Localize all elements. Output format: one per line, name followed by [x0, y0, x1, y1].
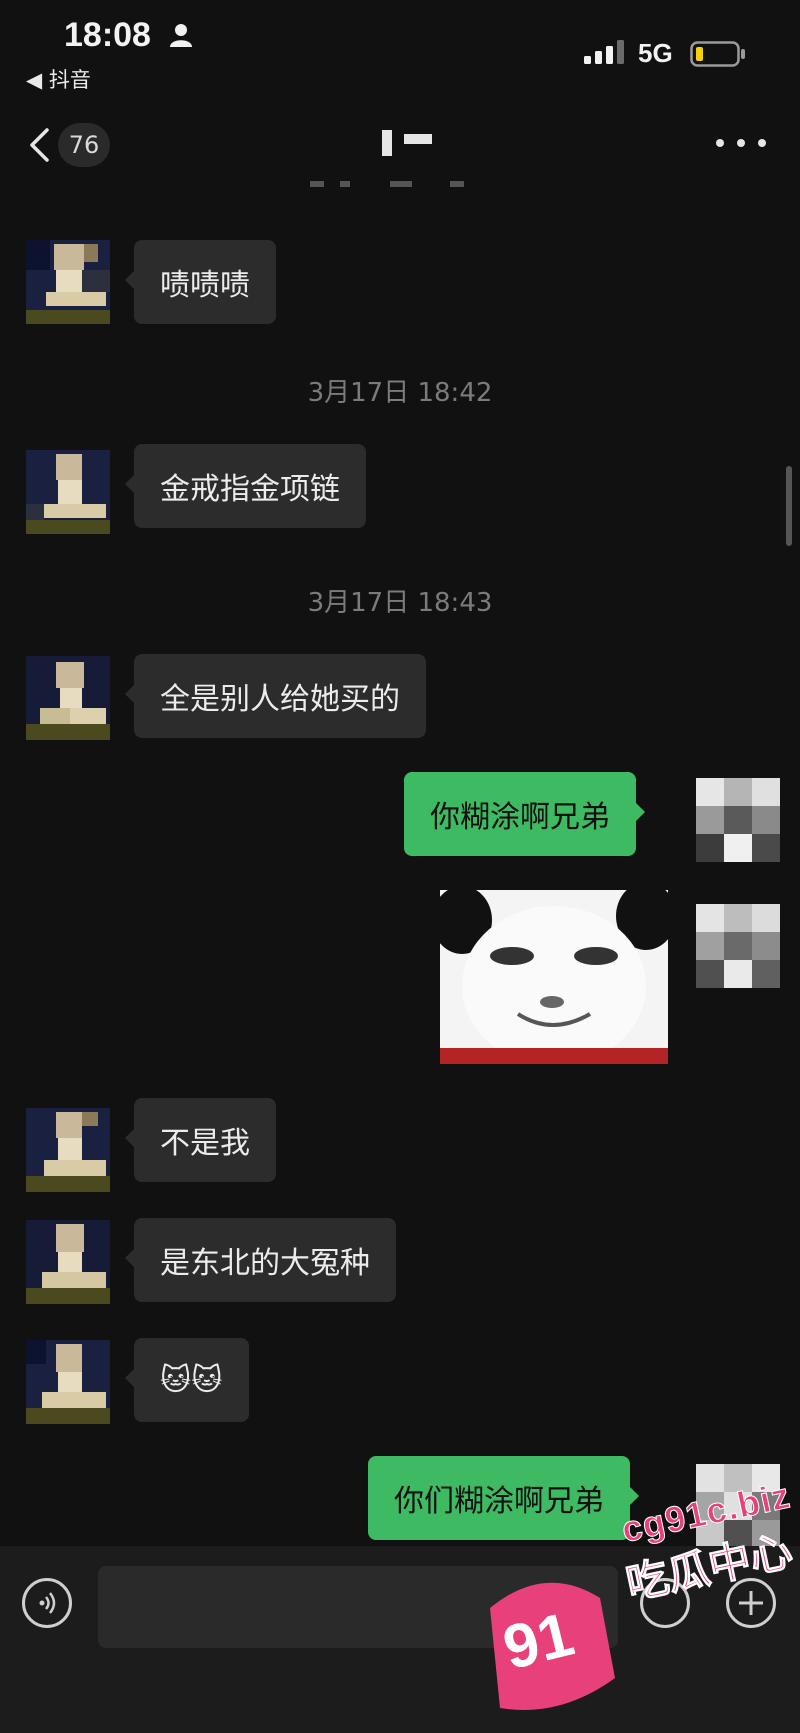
unread-count-badge: 76 — [58, 123, 110, 167]
chat-title-redacted — [376, 128, 440, 158]
avatar-self[interactable] — [696, 904, 780, 988]
avatar-contact[interactable] — [26, 1340, 110, 1424]
clipped-timestamp — [300, 178, 500, 190]
network-type: 5G — [638, 38, 673, 68]
avatar-contact[interactable] — [26, 1220, 110, 1304]
message-bubble-incoming[interactable]: 啧啧啧 — [125, 240, 276, 324]
ellipsis-icon — [716, 139, 724, 147]
message-bubble-outgoing[interactable]: 你糊涂啊兄弟 — [404, 772, 645, 856]
chevron-left-icon — [30, 128, 49, 162]
voice-icon — [39, 1592, 56, 1614]
more-options-button[interactable] — [716, 128, 766, 158]
message-bubble-incoming[interactable]: 是东北的大冤种 — [125, 1218, 396, 1302]
doge-emoji: 🐱🐱 — [160, 1362, 223, 1398]
back-button[interactable]: 76 — [28, 120, 128, 170]
message-timestamp: 3月17日 18:42 — [307, 378, 493, 408]
avatar-contact[interactable] — [26, 656, 110, 740]
battery-icon — [690, 41, 746, 71]
avatar-contact[interactable] — [26, 450, 110, 534]
message-bubble-incoming[interactable]: 金戒指金项链 — [125, 444, 366, 528]
message-bubble-incoming[interactable]: 🐱🐱 — [125, 1338, 249, 1422]
person-icon — [168, 22, 194, 52]
watermark: cg91c.biz 吃瓜中心 91 — [470, 1474, 800, 1733]
message-bubble-incoming[interactable]: 不是我 — [125, 1098, 276, 1182]
panda-face-sticker[interactable] — [440, 890, 668, 1064]
message-bubble-incoming[interactable]: 全是别人给她买的 — [125, 654, 426, 738]
return-to-app-link[interactable]: ◀ 抖音 — [26, 64, 91, 94]
avatar-contact[interactable] — [26, 240, 110, 324]
message-timestamp: 3月17日 18:43 — [307, 588, 493, 618]
avatar-contact[interactable] — [26, 1108, 110, 1192]
avatar-self[interactable] — [696, 778, 780, 862]
scrollbar[interactable] — [786, 466, 792, 546]
voice-input-button[interactable] — [22, 1578, 72, 1628]
cellular-signal-icon — [584, 40, 628, 68]
status-bar: 18:08 ◀ 抖音 5G — [0, 0, 800, 100]
clock: 18:08 — [64, 16, 151, 54]
